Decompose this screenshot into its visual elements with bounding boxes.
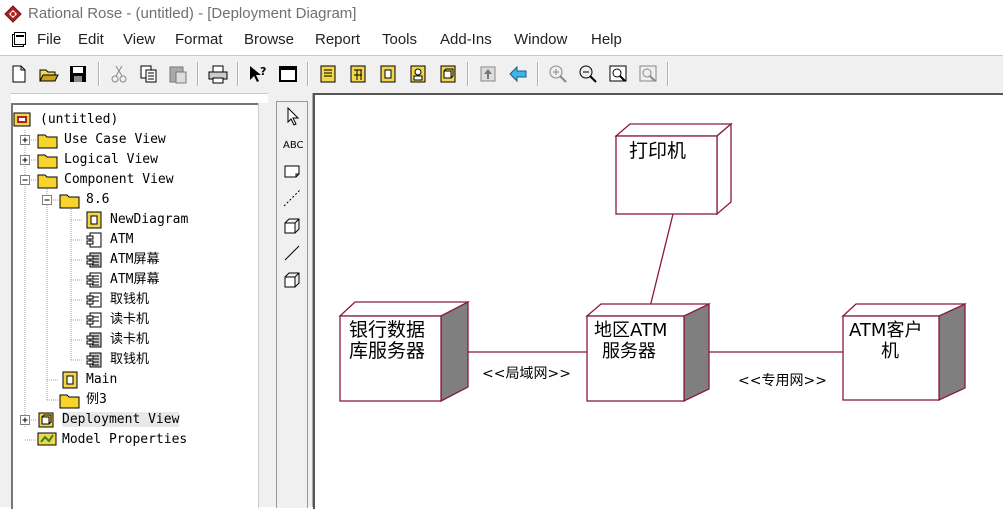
fit-in-window-icon[interactable]: [607, 63, 629, 85]
new-icon[interactable]: [8, 63, 30, 85]
tree-item-component[interactable]: 读卡机: [110, 312, 149, 327]
menu-add-ins[interactable]: Add-Ins: [440, 31, 492, 48]
node-bank-db-server[interactable]: 银行数据 库服务器: [338, 300, 470, 403]
menu-view[interactable]: View: [123, 31, 155, 48]
copy-icon[interactable]: [138, 63, 160, 85]
node-regional-label-1: 地区ATM: [594, 320, 667, 341]
node-atm-client-label-1: ATM客户: [849, 320, 922, 341]
print-icon[interactable]: [207, 63, 229, 85]
component-diagram-icon[interactable]: [377, 63, 399, 85]
selection-arrow-icon[interactable]: [281, 105, 303, 127]
open-icon[interactable]: [38, 63, 60, 85]
tree-item-deployment-view[interactable]: Deployment View: [62, 412, 180, 427]
component-icon: [85, 351, 103, 374]
menu-format[interactable]: Format: [175, 31, 223, 48]
zoom-out-icon[interactable]: [577, 63, 599, 85]
node-bank-db-label-1: 银行数据: [349, 319, 425, 341]
paste-icon[interactable]: [167, 63, 189, 85]
folder-icon: [59, 191, 81, 214]
node-bank-db-label-2: 库服务器: [349, 340, 425, 362]
statechart-diagram-icon[interactable]: [407, 63, 429, 85]
zoom-in-icon[interactable]: [547, 63, 569, 85]
connection-private-label: <<专用网>>: [738, 373, 827, 389]
model-properties-icon: [37, 431, 57, 452]
anchor-note-icon[interactable]: [281, 187, 303, 209]
view-doc-icon[interactable]: [277, 63, 299, 85]
tree-item-component[interactable]: 取钱机: [110, 292, 149, 307]
svg-text:?: ?: [260, 65, 266, 78]
node-printer[interactable]: 打印机: [614, 122, 733, 216]
menu-tools[interactable]: Tools: [382, 31, 417, 48]
connection-printer-regional[interactable]: [648, 213, 674, 312]
tree-item-main[interactable]: Main: [86, 372, 117, 387]
tree-item-model-properties[interactable]: Model Properties: [62, 432, 187, 447]
tree-item-use-case-view[interactable]: Use Case View: [64, 132, 166, 147]
cut-icon[interactable]: [108, 63, 130, 85]
tree-item-root[interactable]: (untitled): [40, 112, 118, 127]
tree-item-component[interactable]: 取钱机: [110, 352, 149, 367]
node-atm-client[interactable]: ATM客户 机: [841, 302, 967, 402]
tree-item-component[interactable]: 读卡机: [110, 332, 149, 347]
menu-bar: File Edit View Format Browse Report Tool…: [0, 29, 1003, 53]
save-icon[interactable]: [67, 63, 89, 85]
menu-file[interactable]: File: [37, 31, 61, 48]
folder-icon: [59, 391, 81, 414]
tree-item-package-8-6[interactable]: 8.6: [86, 192, 109, 207]
class-diagram-icon[interactable]: [317, 63, 339, 85]
node-atm-client-label-2: 机: [881, 341, 899, 362]
device-icon[interactable]: [281, 269, 303, 291]
model-root-icon: [13, 111, 31, 132]
interaction-diagram-icon[interactable]: [347, 63, 369, 85]
left-gutter: [0, 93, 11, 507]
svg-text:ABC: ABC: [283, 140, 303, 151]
folder-icon: [37, 171, 59, 194]
tree-item-component[interactable]: ATM屏幕: [110, 272, 159, 287]
rational-rose-logo-icon: [4, 5, 22, 23]
connection-lan-label: <<局域网>>: [482, 366, 571, 382]
tree-item-logical-view[interactable]: Logical View: [64, 152, 158, 167]
node-regional-label-2: 服务器: [602, 341, 656, 362]
deployment-diagram-canvas[interactable]: 打印机 银行数据 库服务器 地区ATM 服务器 ATM客户 机 <<局域网>> …: [313, 93, 1003, 509]
window-title: Rational Rose - (untitled) - [Deployment…: [28, 5, 357, 22]
context-help-icon[interactable]: ?: [247, 63, 269, 85]
node-printer-label: 打印机: [629, 140, 686, 162]
menu-edit[interactable]: Edit: [78, 31, 104, 48]
document-menu-icon[interactable]: [11, 32, 27, 48]
browse-parent-icon[interactable]: [477, 63, 499, 85]
processor-icon[interactable]: [281, 215, 303, 237]
standard-toolbar: ?: [0, 55, 1003, 94]
text-box-icon[interactable]: ABC: [281, 133, 304, 155]
tree-item-package-li3[interactable]: 例3: [86, 392, 107, 407]
node-regional-atm-server[interactable]: 地区ATM 服务器: [585, 302, 711, 403]
diagram-toolbox: ABC: [272, 93, 313, 508]
menu-help[interactable]: Help: [591, 31, 622, 48]
tree-item-component[interactable]: ATM: [110, 232, 133, 247]
menu-window[interactable]: Window: [514, 31, 567, 48]
model-browser[interactable]: (untitled) Use Case View Logical View Co…: [11, 103, 259, 509]
tree-item-component[interactable]: NewDiagram: [110, 212, 188, 227]
browse-previous-icon[interactable]: [507, 63, 529, 85]
deployment-diagram-icon[interactable]: [437, 63, 459, 85]
connection-icon[interactable]: [281, 242, 303, 264]
title-bar: Rational Rose - (untitled) - [Deployment…: [0, 0, 1003, 29]
undo-fit-icon[interactable]: [637, 63, 659, 85]
note-icon[interactable]: [281, 160, 303, 182]
tree-item-component[interactable]: ATM屏幕: [110, 252, 159, 267]
tree-item-component-view[interactable]: Component View: [64, 172, 174, 187]
menu-browse[interactable]: Browse: [244, 31, 294, 48]
menu-report[interactable]: Report: [315, 31, 360, 48]
